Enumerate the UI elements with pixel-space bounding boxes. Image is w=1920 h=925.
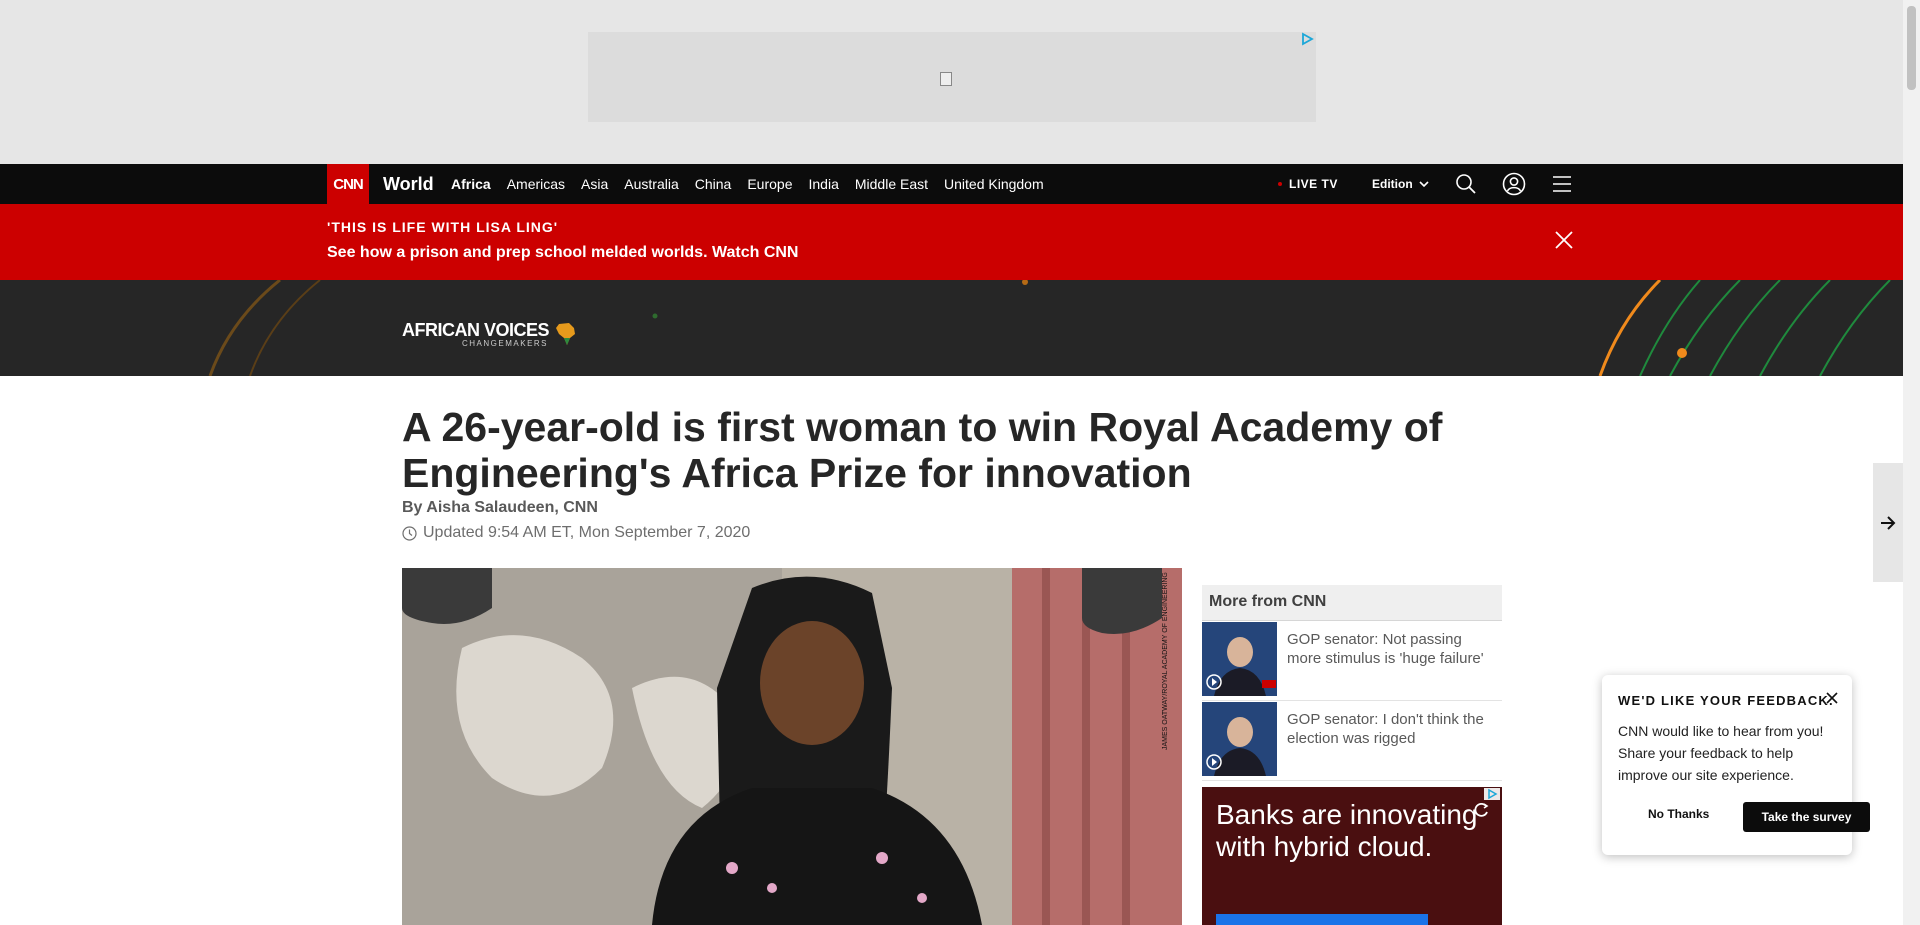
promo-headline[interactable]: See how a prison and prep school melded …: [327, 244, 798, 262]
brand-sub: CHANGEMAKERS: [462, 339, 549, 348]
nav-links: Africa Americas Asia Australia China Eur…: [451, 164, 1060, 204]
top-ad-area: [0, 0, 1903, 164]
nav-section-title[interactable]: World: [383, 174, 434, 195]
list-item[interactable]: GOP senator: I don't think the election …: [1202, 701, 1502, 781]
feedback-modal: WE'D LIKE YOUR FEEDBACK. CNN would like …: [1602, 675, 1870, 855]
nav-link-china[interactable]: China: [695, 176, 732, 192]
top-ad-slot[interactable]: [588, 32, 1316, 122]
feedback-body: CNN would like to hear from you! Share y…: [1618, 723, 1824, 783]
scrollbar-thumb[interactable]: [1907, 6, 1916, 90]
updated-text: Updated 9:54 AM ET, Mon September 7, 202…: [423, 524, 751, 541]
thumbnail-image: [1202, 702, 1277, 776]
sidebar-ad[interactable]: Banks are innovating with hybrid cloud.: [1202, 787, 1502, 925]
main-nav: CNN World Africa Americas Asia Australia…: [0, 164, 1903, 204]
nav-link-africa[interactable]: Africa: [451, 176, 491, 192]
nav-link-middle-east[interactable]: Middle East: [855, 176, 928, 192]
thumbnail-image: [1202, 622, 1277, 696]
page: CNN World Africa Americas Asia Australia…: [0, 0, 1903, 925]
edition-dropdown[interactable]: Edition: [1372, 164, 1429, 204]
promo-banner[interactable]: 'THIS IS LIFE WITH LISA LING' See how a …: [0, 204, 1903, 280]
africa-map-icon: [556, 323, 575, 345]
hero-image[interactable]: [402, 568, 1182, 925]
nav-link-americas[interactable]: Americas: [507, 176, 565, 192]
replay-icon[interactable]: [1474, 802, 1490, 818]
photo-credit: JAMES OATWAY/ROYAL ACADEMY OF ENGINEERIN…: [1162, 572, 1169, 750]
vertical-scrollbar[interactable]: [1903, 0, 1920, 925]
list-item[interactable]: GOP senator: Not passing more stimulus i…: [1202, 621, 1502, 701]
african-voices-logo[interactable]: AFRICAN VOICES CHANGEMAKERS: [402, 320, 550, 348]
list-item-text[interactable]: GOP senator: I don't think the election …: [1277, 702, 1502, 780]
close-icon[interactable]: [1824, 690, 1840, 706]
more-heading: More from CNN: [1202, 585, 1502, 621]
no-thanks-button[interactable]: No Thanks: [1648, 807, 1709, 821]
nav-link-europe[interactable]: Europe: [747, 176, 792, 192]
account-icon[interactable]: [1502, 172, 1526, 196]
section-banner: AFRICAN VOICES CHANGEMAKERS: [0, 280, 1903, 376]
promo-kicker: 'THIS IS LIFE WITH LISA LING': [327, 219, 559, 235]
adchoices-icon[interactable]: [1484, 788, 1500, 800]
edition-label: Edition: [1372, 177, 1413, 191]
video-thumbnail[interactable]: [1202, 622, 1277, 696]
clock-icon: [402, 525, 417, 541]
cnn-logo[interactable]: CNN: [327, 164, 369, 204]
nav-link-asia[interactable]: Asia: [581, 176, 608, 192]
take-survey-button[interactable]: Take the survey: [1743, 802, 1870, 832]
arrow-right-icon: [1881, 515, 1896, 530]
list-item-text[interactable]: GOP senator: Not passing more stimulus i…: [1277, 622, 1502, 700]
menu-icon[interactable]: [1551, 173, 1573, 195]
nav-link-australia[interactable]: Australia: [624, 176, 678, 192]
chevron-down-icon: [1419, 180, 1429, 187]
nav-link-united-kingdom[interactable]: United Kingdom: [944, 176, 1044, 192]
sidebar-ad-text: Banks are innovating with hybrid cloud.: [1216, 799, 1478, 862]
adchoices-icon[interactable]: [1300, 32, 1316, 46]
brand-name: AFRICAN VOICES: [402, 320, 550, 340]
article-byline[interactable]: By Aisha Salaudeen, CNN: [402, 499, 598, 517]
live-tv-link[interactable]: LIVE TV: [1278, 164, 1338, 204]
article-title: A 26-year-old is first woman to win Roya…: [402, 404, 1443, 496]
next-article-button[interactable]: [1873, 463, 1903, 582]
video-thumbnail[interactable]: [1202, 702, 1277, 776]
broken-image-icon: [940, 72, 952, 86]
ad-cta-button[interactable]: [1216, 914, 1428, 925]
hero-photo-illustration: [402, 568, 1182, 925]
close-icon[interactable]: [1550, 226, 1578, 254]
nav-link-india[interactable]: India: [809, 176, 839, 192]
feedback-heading: WE'D LIKE YOUR FEEDBACK.: [1618, 693, 1834, 708]
live-tv-label: LIVE TV: [1289, 177, 1338, 191]
article-updated: Updated 9:54 AM ET, Mon September 7, 202…: [402, 524, 750, 542]
live-dot-icon: [1278, 182, 1282, 186]
more-from-cnn: More from CNN GOP senator: Not passing m…: [1202, 585, 1502, 781]
decorative-lines-graphic: [208, 280, 1891, 376]
search-icon[interactable]: [1455, 173, 1477, 195]
